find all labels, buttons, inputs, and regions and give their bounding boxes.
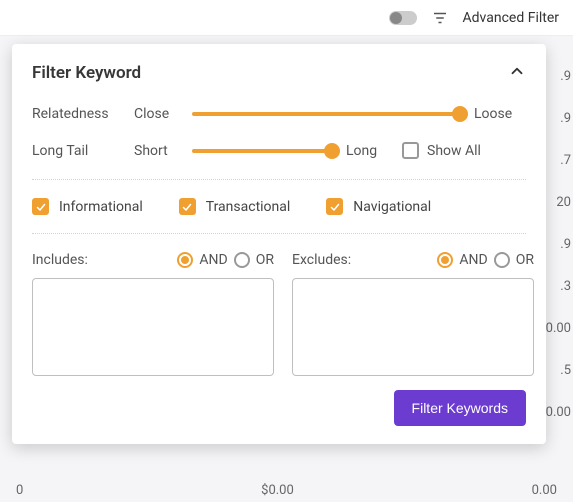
include-exclude-row: Includes: AND OR Excludes: AND <box>32 252 526 376</box>
longtail-row: Long Tail Short Long Show All <box>32 142 526 159</box>
advanced-filter-label[interactable]: Advanced Filter <box>463 10 559 26</box>
panel-title: Filter Keyword <box>32 63 141 83</box>
background-data-column: .9 .9 .7 20 .9 .3 0.00 .5 0.00 <box>546 56 571 434</box>
showall-checkbox[interactable] <box>402 142 419 159</box>
longtail-label: Long Tail <box>32 143 120 159</box>
bg-value: .7 <box>546 140 571 182</box>
bg-value: 0.00 <box>546 392 571 434</box>
bg-value: .9 <box>546 98 571 140</box>
filter-icon[interactable] <box>431 9 449 27</box>
longtail-max: Long <box>346 143 388 159</box>
toggle-switch[interactable] <box>389 11 417 25</box>
excludes-or-label: OR <box>516 252 534 268</box>
relatedness-slider[interactable] <box>192 112 460 116</box>
informational-label: Informational <box>59 199 143 215</box>
includes-input[interactable] <box>32 278 274 376</box>
bg-footer-right: 0.00 <box>532 483 557 498</box>
includes-label: Includes: <box>32 252 171 268</box>
filter-keywords-button[interactable]: Filter Keywords <box>394 390 526 426</box>
relatedness-label: Relatedness <box>32 106 120 122</box>
longtail-min: Short <box>134 143 178 159</box>
informational-checkbox[interactable] <box>32 198 49 215</box>
excludes-and-radio[interactable] <box>437 252 453 268</box>
type-row: Informational Transactional Navigational <box>32 198 526 215</box>
bg-value: .9 <box>546 224 571 266</box>
bg-value: 20 <box>546 182 571 224</box>
includes-and-radio[interactable] <box>177 252 193 268</box>
filter-panel: Filter Keyword Relatedness Close Loose L… <box>12 44 546 444</box>
divider <box>32 179 526 180</box>
excludes-or-radio[interactable] <box>494 252 510 268</box>
relatedness-min: Close <box>134 106 178 122</box>
bg-value: .3 <box>546 266 571 308</box>
transactional-checkbox[interactable] <box>179 198 196 215</box>
relatedness-row: Relatedness Close Loose <box>32 106 526 122</box>
background-footer: 0 $0.00 0.00 <box>0 483 573 498</box>
showall-label: Show All <box>427 143 481 159</box>
bg-footer-mid: $0.00 <box>261 483 294 498</box>
longtail-slider[interactable] <box>192 149 332 153</box>
divider <box>32 233 526 234</box>
includes-or-radio[interactable] <box>234 252 250 268</box>
bg-footer-left: 0 <box>16 483 23 498</box>
bg-value: .9 <box>546 56 571 98</box>
excludes-label: Excludes: <box>292 252 431 268</box>
relatedness-max: Loose <box>474 106 526 122</box>
transactional-label: Transactional <box>206 199 291 215</box>
excludes-input[interactable] <box>292 278 534 376</box>
navigational-label: Navigational <box>353 199 431 215</box>
topbar: Advanced Filter <box>0 0 573 36</box>
navigational-checkbox[interactable] <box>326 198 343 215</box>
excludes-and-label: AND <box>459 252 487 268</box>
includes-and-label: AND <box>199 252 227 268</box>
includes-or-label: OR <box>256 252 274 268</box>
bg-value: 0.00 <box>546 308 571 350</box>
bg-value: .5 <box>546 350 571 392</box>
chevron-up-icon[interactable] <box>508 62 526 84</box>
